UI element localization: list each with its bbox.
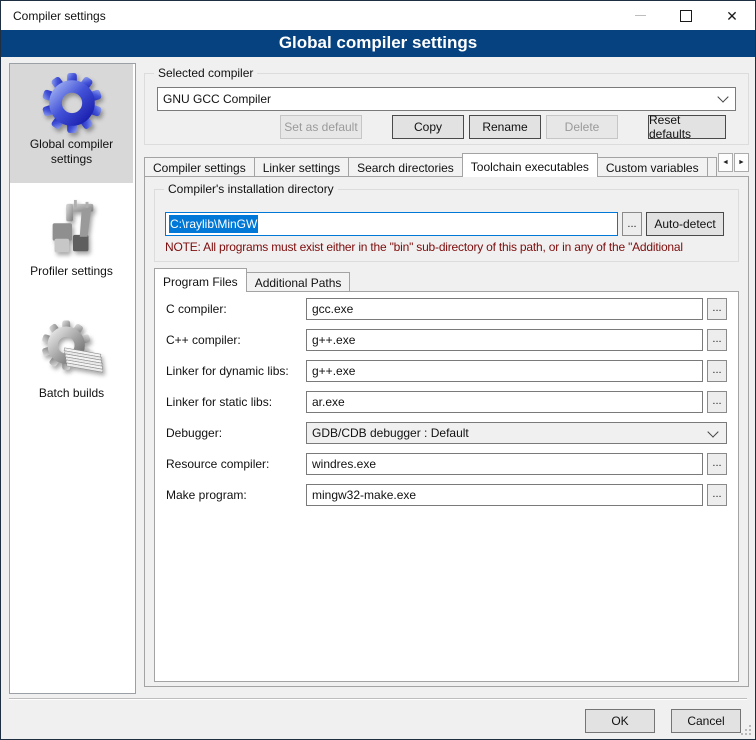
delete-button: Delete	[546, 115, 618, 139]
tab-program-files[interactable]: Program Files	[154, 268, 247, 292]
static-linker-input[interactable]: ar.exe	[306, 391, 703, 413]
make-program-input[interactable]: mingw32-make.exe	[306, 484, 703, 506]
debugger-row: Debugger: GDB/CDB debugger : Default	[166, 422, 727, 444]
window-title: Compiler settings	[1, 9, 617, 23]
arrow-left-icon: ◄	[722, 159, 729, 166]
debugger-select-value: GDB/CDB debugger : Default	[312, 426, 469, 440]
minimize-icon	[635, 15, 646, 16]
cpp-compiler-input[interactable]: g++.exe	[306, 329, 703, 351]
sidebar-item-label: Global compiler settings	[10, 137, 133, 167]
debugger-select[interactable]: GDB/CDB debugger : Default	[306, 422, 727, 444]
dynamic-linker-row: Linker for dynamic libs: g++.exe ...	[166, 360, 727, 382]
reset-defaults-button[interactable]: Reset defaults	[648, 115, 726, 139]
settings-category-list: Global compiler settings Profiler settin…	[9, 63, 136, 694]
static-linker-label: Linker for static libs:	[166, 395, 306, 409]
make-program-browse-button[interactable]: ...	[707, 484, 727, 506]
resource-compiler-browse-button[interactable]: ...	[707, 453, 727, 475]
sidebar-item-batch-builds[interactable]: Batch builds	[10, 313, 133, 401]
dialog-buttons: OK Cancel	[585, 709, 741, 733]
dynamic-linker-label: Linker for dynamic libs:	[166, 364, 306, 378]
sidebar-item-label: Batch builds	[10, 386, 133, 401]
debugger-label: Debugger:	[166, 426, 306, 440]
tab-compiler-settings[interactable]: Compiler settings	[144, 157, 255, 176]
chevron-down-icon	[717, 91, 728, 102]
static-linker-row: Linker for static libs: ar.exe ...	[166, 391, 727, 413]
make-program-label: Make program:	[166, 488, 306, 502]
compiler-actions: Set as default Copy Rename Delete Reset …	[145, 115, 748, 139]
maximize-button[interactable]	[663, 1, 709, 30]
compiler-settings-dialog: Compiler settings ✕ Global compiler sett…	[0, 0, 756, 740]
tab-custom-variables[interactable]: Custom variables	[597, 157, 708, 176]
sidebar-item-profiler-settings[interactable]: Profiler settings	[10, 191, 133, 279]
caliper-icon	[41, 198, 103, 260]
title-bar[interactable]: Compiler settings ✕	[1, 1, 755, 30]
sidebar-item-global-compiler-settings[interactable]: Global compiler settings	[10, 64, 133, 183]
dynamic-linker-input[interactable]: g++.exe	[306, 360, 703, 382]
toolchain-executables-page: Compiler's installation directory C:\ray…	[144, 176, 749, 687]
program-files-panel: C compiler: gcc.exe ... C++ compiler: g+…	[154, 291, 739, 682]
sidebar-item-label: Profiler settings	[10, 264, 133, 279]
tab-toolchain-executables[interactable]: Toolchain executables	[462, 153, 598, 177]
c-compiler-label: C compiler:	[166, 302, 306, 316]
cpp-compiler-row: C++ compiler: g++.exe ...	[166, 329, 727, 351]
auto-detect-button[interactable]: Auto-detect	[646, 212, 724, 236]
tab-search-directories[interactable]: Search directories	[348, 157, 463, 176]
tab-scroll-left-button[interactable]: ◄	[718, 153, 733, 172]
cpp-compiler-label: C++ compiler:	[166, 333, 306, 347]
resource-compiler-input[interactable]: windres.exe	[306, 453, 703, 475]
set-as-default-button: Set as default	[280, 115, 362, 139]
maximize-icon	[680, 10, 692, 22]
ok-button[interactable]: OK	[585, 709, 655, 733]
installation-directory-group: Compiler's installation directory C:\ray…	[154, 189, 739, 262]
tab-linker-settings[interactable]: Linker settings	[254, 157, 349, 176]
close-icon: ✕	[726, 9, 738, 23]
cpp-compiler-browse-button[interactable]: ...	[707, 329, 727, 351]
main-panel: Selected compiler GNU GCC Compiler Set a…	[144, 63, 749, 731]
compiler-select[interactable]: GNU GCC Compiler	[157, 87, 736, 111]
copy-button[interactable]: Copy	[392, 115, 464, 139]
resource-compiler-row: Resource compiler: windres.exe ...	[166, 453, 727, 475]
rename-button[interactable]: Rename	[469, 115, 541, 139]
dynamic-linker-browse-button[interactable]: ...	[707, 360, 727, 382]
tab-scroll-right-button[interactable]: ►	[734, 153, 749, 172]
installation-directory-browse-button[interactable]: ...	[622, 212, 642, 236]
minimize-button	[617, 1, 663, 30]
page-title: Global compiler settings	[1, 30, 755, 57]
static-linker-browse-button[interactable]: ...	[707, 391, 727, 413]
make-program-row: Make program: mingw32-make.exe ...	[166, 484, 727, 506]
installation-directory-selected-text: C:\raylib\MinGW	[169, 215, 258, 233]
c-compiler-row: C compiler: gcc.exe ...	[166, 298, 727, 320]
c-compiler-browse-button[interactable]: ...	[707, 298, 727, 320]
installation-directory-input[interactable]: C:\raylib\MinGW	[165, 212, 618, 236]
selected-compiler-group-label: Selected compiler	[154, 66, 257, 80]
compiler-select-value: GNU GCC Compiler	[163, 92, 271, 106]
c-compiler-input[interactable]: gcc.exe	[306, 298, 703, 320]
arrow-right-icon: ►	[738, 159, 745, 166]
selected-compiler-group: Selected compiler GNU GCC Compiler Set a…	[144, 73, 749, 145]
cancel-button[interactable]: Cancel	[671, 709, 741, 733]
installation-directory-group-label: Compiler's installation directory	[164, 182, 338, 196]
program-files-tabs: Program Files Additional Paths	[154, 267, 739, 291]
bin-subdirectory-note: NOTE: All programs must exist either in …	[165, 240, 726, 254]
resource-compiler-label: Resource compiler:	[166, 457, 306, 471]
compiler-settings-tabs: Compiler settings Linker settings Search…	[144, 152, 749, 176]
chevron-down-icon	[707, 426, 718, 437]
tab-scroll-buttons: ◄ ►	[717, 153, 749, 172]
resize-grip[interactable]	[749, 733, 751, 735]
gray-gear-stack-icon	[41, 320, 103, 382]
footer-divider	[9, 698, 747, 700]
tab-additional-paths[interactable]: Additional Paths	[246, 272, 351, 291]
close-button[interactable]: ✕	[709, 1, 755, 30]
blue-gear-icon	[41, 71, 103, 133]
tab-build-truncated[interactable]: Build	[707, 157, 717, 176]
